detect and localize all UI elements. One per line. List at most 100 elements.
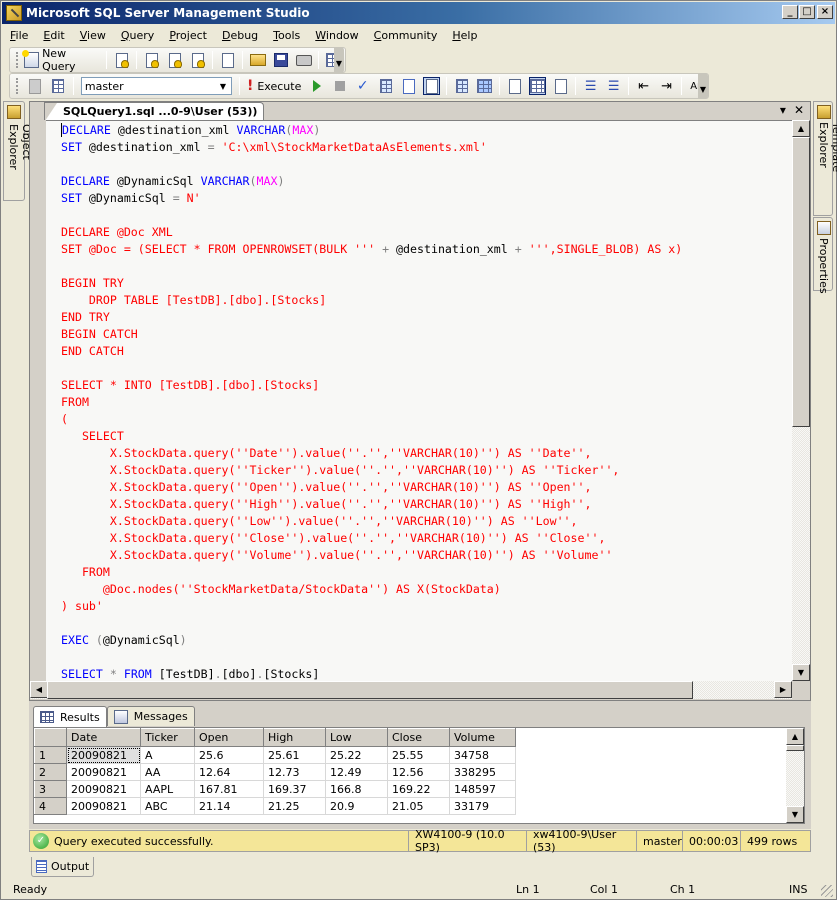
- toolbar-overflow-button[interactable]: ▼: [334, 47, 344, 73]
- increase-indent-icon[interactable]: ⇥: [658, 77, 675, 95]
- toolbar-grip[interactable]: [16, 52, 19, 68]
- editor-horizontal-scrollbar[interactable]: ◀ ▶: [30, 681, 792, 699]
- sql-editor[interactable]: DECLARE @destination_xml VARCHAR(MAX) SET…: [46, 120, 792, 681]
- results-to-file-icon[interactable]: [552, 77, 569, 95]
- menu-tools[interactable]: Tools: [273, 29, 300, 42]
- cell-low[interactable]: 12.49: [325, 763, 388, 781]
- cell-volume[interactable]: 338295: [449, 763, 516, 781]
- decrease-indent-icon[interactable]: ⇤: [635, 77, 652, 95]
- cell-low[interactable]: 166.8: [325, 780, 388, 798]
- table-row[interactable]: 3 20090821 AAPL 167.81 169.37 166.8 169.22 1485…: [34, 780, 516, 798]
- column-header-low[interactable]: Low: [325, 728, 388, 747]
- comment-icon[interactable]: ☰: [582, 77, 599, 95]
- column-header-open[interactable]: Open: [194, 728, 264, 747]
- execute-button[interactable]: ! Execute: [247, 78, 301, 94]
- toolbar-overflow-button[interactable]: ▼: [698, 73, 708, 99]
- new-analysis-mdx-query-icon[interactable]: [143, 51, 160, 69]
- cell-ticker[interactable]: ABC: [140, 797, 195, 815]
- new-analysis-dmx-query-icon[interactable]: [166, 51, 183, 69]
- results-grid[interactable]: Date Ticker Open High Low Close Volume 1 200908…: [33, 727, 805, 824]
- menu-view[interactable]: View: [80, 29, 106, 42]
- table-row[interactable]: 4 20090821 ABC 21.14 21.25 20.9 21.05 33179: [34, 797, 516, 815]
- cell-ticker[interactable]: AA: [140, 763, 195, 781]
- menu-project[interactable]: Project: [169, 29, 207, 42]
- resize-grip[interactable]: [821, 885, 833, 897]
- close-button[interactable]: ×: [817, 5, 833, 19]
- properties-tab[interactable]: Properties: [813, 217, 833, 294]
- window-position-dropdown[interactable]: ▾: [780, 103, 786, 117]
- results-tab[interactable]: Results: [33, 706, 107, 727]
- cell-volume[interactable]: 33179: [449, 797, 516, 815]
- template-explorer-tab[interactable]: Template Explorer: [813, 101, 837, 216]
- menu-help[interactable]: Help: [452, 29, 477, 42]
- cell-open[interactable]: 25.6: [194, 746, 264, 764]
- column-header-high[interactable]: High: [263, 728, 326, 747]
- debug-icon[interactable]: [308, 77, 325, 95]
- cell-date[interactable]: 20090821: [66, 797, 141, 815]
- cell-low[interactable]: 20.9: [325, 797, 388, 815]
- cell-date[interactable]: 20090821: [66, 780, 141, 798]
- new-compact-query-icon[interactable]: [219, 51, 236, 69]
- open-file-icon[interactable]: [249, 51, 266, 69]
- cell-volume[interactable]: 34758: [449, 746, 516, 764]
- menu-community[interactable]: Community: [374, 29, 438, 42]
- row-number[interactable]: 1: [34, 746, 67, 764]
- object-explorer-tab[interactable]: Object Explorer: [3, 101, 33, 201]
- table-row[interactable]: 1 20090821 A 25.6 25.61 25.22 25.55 34758: [34, 746, 516, 764]
- cell-close[interactable]: 25.55: [387, 746, 450, 764]
- cell-ticker[interactable]: A: [140, 746, 195, 764]
- menu-edit[interactable]: Edit: [43, 29, 64, 42]
- connect-icon[interactable]: [27, 77, 44, 95]
- row-number[interactable]: 4: [34, 797, 67, 815]
- include-actual-plan-icon[interactable]: [453, 77, 470, 95]
- cell-high[interactable]: 25.61: [263, 746, 326, 764]
- cell-open[interactable]: 12.64: [194, 763, 264, 781]
- cell-open[interactable]: 21.14: [194, 797, 264, 815]
- row-number[interactable]: 3: [34, 780, 67, 798]
- column-header-date[interactable]: Date: [66, 728, 141, 747]
- specify-values-icon[interactable]: [423, 77, 441, 95]
- available-databases-dropdown[interactable]: master ▼: [80, 77, 232, 95]
- grid-scroll-up-button[interactable]: ▲: [786, 728, 804, 745]
- scroll-down-button[interactable]: ▼: [792, 664, 810, 681]
- grid-scroll-down-button[interactable]: ▼: [786, 806, 804, 823]
- scroll-right-button[interactable]: ▶: [774, 681, 792, 698]
- row-number[interactable]: 2: [34, 763, 67, 781]
- menu-file[interactable]: File: [10, 29, 28, 42]
- menu-window[interactable]: Window: [315, 29, 358, 42]
- cancel-icon[interactable]: [331, 77, 348, 95]
- cell-volume[interactable]: 148597: [449, 780, 516, 798]
- column-header-close[interactable]: Close: [387, 728, 450, 747]
- cell-close[interactable]: 21.05: [387, 797, 450, 815]
- scroll-thumb[interactable]: [792, 137, 810, 427]
- maximize-button[interactable]: □: [799, 5, 815, 19]
- cell-open[interactable]: 167.81: [194, 780, 264, 798]
- column-header-volume[interactable]: Volume: [449, 728, 516, 747]
- parse-icon[interactable]: ✓: [354, 77, 371, 95]
- client-statistics-icon[interactable]: [476, 77, 493, 95]
- toolbar-grip[interactable]: [16, 78, 19, 94]
- grid-vertical-scrollbar[interactable]: ▲ ▼: [786, 728, 804, 823]
- results-to-grid-icon[interactable]: [529, 77, 547, 95]
- scroll-left-button[interactable]: ◀: [30, 681, 48, 698]
- cell-high[interactable]: 12.73: [263, 763, 326, 781]
- cell-close[interactable]: 12.56: [387, 763, 450, 781]
- sql-code[interactable]: DECLARE @destination_xml VARCHAR(MAX) SET…: [61, 122, 682, 681]
- cell-close[interactable]: 169.22: [387, 780, 450, 798]
- row-number-header[interactable]: [34, 728, 67, 747]
- horizontal-scroll-thumb[interactable]: [47, 681, 693, 699]
- query-tab[interactable]: SQLQuery1.sql ...0-9\User (53)): [44, 102, 265, 121]
- results-to-text-icon[interactable]: [506, 77, 523, 95]
- save-icon[interactable]: [272, 51, 289, 69]
- cell-date[interactable]: 20090821: [66, 763, 141, 781]
- menu-debug[interactable]: Debug: [222, 29, 258, 42]
- column-header-ticker[interactable]: Ticker: [140, 728, 195, 747]
- grid-scroll-thumb[interactable]: [786, 745, 804, 751]
- table-row[interactable]: 2 20090821 AA 12.64 12.73 12.49 12.56 338295: [34, 763, 516, 781]
- cell-ticker[interactable]: AAPL: [140, 780, 195, 798]
- cell-high[interactable]: 21.25: [263, 797, 326, 815]
- new-query-button[interactable]: New Query: [21, 47, 99, 73]
- new-analysis-xmla-query-icon[interactable]: [189, 51, 206, 69]
- menu-query[interactable]: Query: [121, 29, 154, 42]
- output-tab[interactable]: Output: [31, 857, 95, 877]
